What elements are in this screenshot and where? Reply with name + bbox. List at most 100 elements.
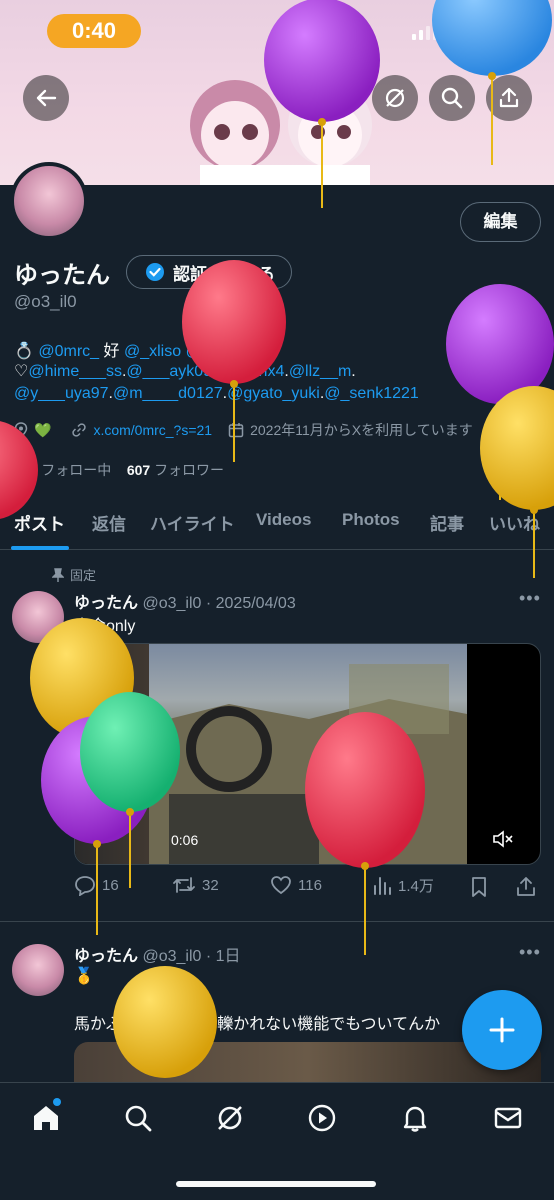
status-time: 0:40 (47, 14, 141, 48)
home-icon (34, 1106, 58, 1130)
grok-icon (218, 1106, 242, 1130)
post-divider (0, 921, 554, 922)
tab-replies[interactable]: 返信 (92, 510, 126, 535)
followers-count: 607 (126, 462, 151, 478)
bio-mention-link[interactable]: @y___uya97 (14, 385, 109, 402)
location-text: 💚 (34, 421, 52, 438)
post-author-meta: @o3_il0 · 2025/04/03 (142, 595, 296, 612)
nav-home[interactable] (31, 1098, 61, 1133)
analytics-icon (374, 877, 391, 895)
tab-highlights[interactable]: ハイライト (150, 510, 235, 535)
video-duration: 0:06 (171, 832, 199, 848)
bookmark-icon[interactable] (470, 876, 488, 898)
nav-notifications[interactable] (400, 1103, 430, 1133)
reply-button[interactable]: 16 (74, 874, 119, 896)
share-icon (499, 87, 519, 108)
status-icons: 56 (412, 20, 524, 42)
profile-handle: @o3_il0 (14, 292, 77, 311)
nav-search[interactable] (123, 1103, 153, 1133)
plus-icon (489, 1017, 515, 1043)
bell-icon (403, 1106, 427, 1132)
post-avatar[interactable] (12, 944, 64, 996)
post-text: 馬かぶってたら車に轢かれない機能でもついてんか (74, 1016, 441, 1033)
post-author-name[interactable]: ゆったん (74, 948, 138, 965)
cellular-signal-icon (412, 22, 437, 40)
bio-text: 好 (99, 343, 124, 360)
wifi-icon (450, 23, 474, 40)
share-post-icon[interactable] (515, 875, 537, 897)
bio-line-1: 💍 @0mrc_ 好 @_xliso @c7__wm (14, 337, 261, 361)
post-header: ゆったん @o3_il0 · 1日 (74, 942, 241, 966)
following-link[interactable]: 536 フォロー中 (14, 462, 111, 478)
nav-grok[interactable] (215, 1103, 245, 1133)
tab-likes[interactable]: いいね (489, 510, 540, 535)
link-icon (72, 423, 87, 437)
following-count: 536 (14, 462, 38, 478)
back-button[interactable] (23, 75, 69, 121)
nav-video[interactable] (307, 1103, 337, 1133)
post-header: ゆったん @o3_il0 · 2025/04/03 (74, 589, 296, 613)
search-icon (441, 87, 463, 109)
battery-indicator: 56 (486, 20, 524, 42)
edit-profile-button[interactable]: 編集 (460, 202, 541, 242)
post-video[interactable]: 0:06 (74, 643, 541, 865)
mute-icon[interactable] (492, 829, 514, 849)
bio-mention-link[interactable]: @___ayk09 (126, 363, 212, 380)
grok-button[interactable] (372, 75, 418, 121)
heart-icon (271, 876, 291, 895)
bio-text: ♡ (14, 363, 29, 380)
display-name: ゆったん (14, 262, 110, 289)
active-tab-indicator (11, 546, 69, 550)
search-button[interactable] (429, 75, 475, 121)
bio-mention-link[interactable]: @_xliso (124, 343, 181, 360)
search-icon (125, 1105, 152, 1132)
home-indicator (176, 1181, 376, 1187)
views-button[interactable]: 1.4万 (372, 874, 434, 896)
followers-link[interactable]: 607 フォロワー (127, 462, 224, 478)
like-button[interactable]: 116 (270, 874, 322, 896)
share-button[interactable] (486, 75, 532, 121)
follow-stats: 536 フォロー中 607 フォロワー (14, 460, 224, 480)
calendar-icon (228, 423, 244, 438)
bio-text: 💍 (14, 343, 39, 360)
like-count: 116 (298, 876, 322, 894)
bio-mention-link[interactable]: @_yonx4 (217, 363, 285, 380)
post-more-icon[interactable]: ••• (519, 942, 541, 963)
compose-post-button[interactable] (462, 990, 542, 1070)
profile-banner[interactable]: 0:40 56 (0, 0, 554, 185)
profile-avatar[interactable] (10, 162, 88, 240)
bio-mention-link[interactable]: @m____d0127 (113, 385, 223, 402)
post-more-icon[interactable]: ••• (519, 588, 541, 609)
followers-label: フォロワー (154, 462, 225, 478)
repost-icon (173, 877, 195, 893)
bio-mention-link[interactable]: @hime___ss (28, 363, 122, 380)
post-author-name[interactable]: ゆったん (74, 595, 138, 612)
following-label: フォロー中 (41, 462, 112, 478)
bio-mention-link[interactable]: @gyato_yuki (227, 385, 320, 402)
tab-photos[interactable]: Photos (342, 510, 400, 530)
bio-mention-link[interactable]: @_senk1221 (324, 385, 419, 402)
bio-text: . (351, 363, 356, 380)
pin-icon (52, 567, 64, 582)
tab-posts[interactable]: ポスト (14, 510, 65, 535)
bio-mention-link[interactable]: @0mrc_ (38, 343, 99, 360)
get-verified-label: 認証を受ける (173, 264, 275, 284)
post-avatar[interactable] (12, 591, 64, 643)
grok-icon (385, 88, 405, 108)
nav-messages[interactable] (493, 1103, 523, 1133)
profile-link[interactable]: x.com/0mrc_?s=21 (93, 422, 212, 438)
repost-button[interactable]: 32 (172, 874, 219, 896)
post-medal: 🥇 (74, 968, 94, 985)
pinned-label: 固定 (70, 568, 97, 583)
pinned-indicator: 固定 (52, 565, 96, 584)
tab-articles[interactable]: 記事 (430, 510, 464, 535)
location-icon (14, 422, 28, 438)
tab-videos[interactable]: Videos (256, 510, 311, 530)
reply-icon (75, 876, 95, 896)
bio-mention-link[interactable]: @llz__m (289, 363, 351, 380)
post-author-meta: @o3_il0 · 1日 (142, 948, 241, 965)
bio-mention-link[interactable]: @c7__wm (186, 343, 262, 360)
get-verified-button[interactable]: 認証を受ける (126, 255, 292, 289)
mail-icon (494, 1107, 522, 1129)
balloon-purple (446, 284, 554, 500)
